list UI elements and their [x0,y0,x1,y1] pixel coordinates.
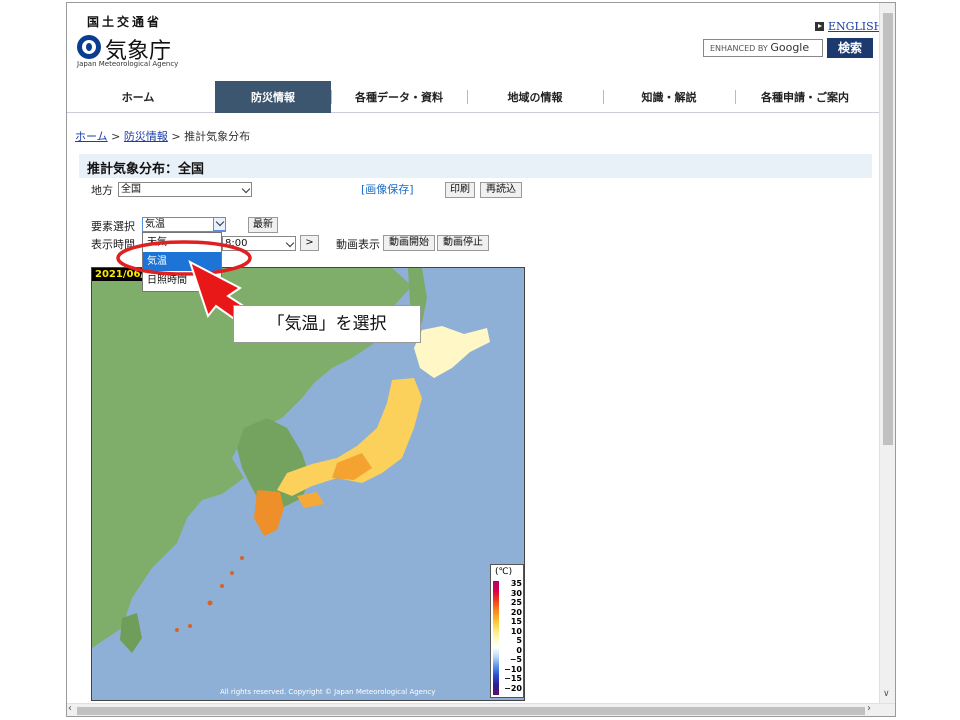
chevron-down-icon [214,217,225,230]
legend-tick-label: −10 [504,664,522,674]
nav-item-regional[interactable]: 地域の情報 [467,81,603,113]
map-copyright: All rights reserved. Copyright © Japan M… [220,688,436,696]
element-select-toggle[interactable] [213,217,226,231]
legend-tick-label: −15 [504,674,522,683]
search-placeholder-brand: Google [770,41,810,54]
legend-tick-label: 35 [510,579,522,588]
chevron-down-icon [241,184,251,194]
print-button[interactable]: 印刷 [445,182,475,198]
chevron-down-icon [285,238,295,248]
ministry-name: 国土交通省 [87,15,163,29]
dropdown-option-weather[interactable]: 天気 [143,233,221,252]
display-time-label: 表示時間 [91,238,135,251]
island [230,571,234,575]
breadcrumb: ホーム > 防災情報 > 推計気象分布 [75,128,250,144]
legend-tick-label: 20 [510,607,522,617]
vertical-scrollbar[interactable]: ∨ [879,3,895,703]
nav-label: 知識・解説 [641,91,697,104]
breadcrumb-sep: > [111,130,121,143]
nav-item-applications[interactable]: 各種申請・ご案内 [735,81,875,113]
legend-tick-label: 25 [510,598,522,607]
search-input[interactable]: ENHANCED BY Google [703,39,823,57]
reload-button[interactable]: 再読込 [480,182,522,198]
save-image-link[interactable]: [画像保存] [361,181,414,197]
page-title: 推計気象分布：全国 [87,162,205,177]
next-time-button[interactable]: > [300,235,319,251]
legend-tick-label: 0 [516,645,522,655]
display-time-select[interactable]: 8:00 [222,236,296,251]
annotation-callout: 「気温」を選択 [233,305,421,343]
horizontal-scroll-thumb[interactable] [77,707,865,715]
legend-tick-label: 30 [510,588,522,598]
title-bar: 推計気象分布：全国 [75,154,872,178]
element-select-value: 気温 [145,219,165,230]
breadcrumb-current: 推計気象分布 [184,130,251,143]
breadcrumb-section[interactable]: 防災情報 [124,130,168,143]
element-select-label: 要素選択 [91,220,135,233]
agency-name-english: Japan Meteorological Agency [77,60,179,68]
nav-item-knowledge[interactable]: 知識・解説 [603,81,735,113]
breadcrumb-home[interactable]: ホーム [75,130,108,143]
main-nav: ホーム 防災情報 各種データ・資料 地域の情報 知識・解説 各種申請・ご案内 [67,81,879,113]
dropdown-option-sunshine[interactable]: 日照時間 [143,271,221,290]
search-placeholder-small: ENHANCED BY [710,44,768,53]
vertical-scroll-thumb[interactable] [883,13,893,445]
map-date-stamp: 2021/06/ [92,268,148,281]
display-time-value: 8:00 [225,238,248,249]
latest-button[interactable]: 最新 [248,217,278,233]
legend-tick-label: 10 [510,626,522,636]
island [220,584,224,588]
nav-label: 各種申請・ご案内 [761,91,849,104]
nav-item-home[interactable]: ホーム [67,81,209,113]
animation-stop-button[interactable]: 動画停止 [437,235,489,251]
temperature-legend: (℃) 35 30 25 20 15 10 5 0 −5 −10 −15 −20 [490,564,524,698]
animation-label: 動画表示 [336,238,380,251]
breadcrumb-sep: > [171,130,181,143]
english-link-label[interactable]: ENGLISH [828,20,879,33]
browser-window: 国土交通省 気象庁 Japan Meteorological Agency EN… [66,2,896,717]
nav-label: 地域の情報 [507,91,563,104]
legend-unit: (℃) [495,567,513,577]
region-select-value: 全国 [121,184,141,195]
animation-start-button[interactable]: 動画開始 [383,235,435,251]
nav-label: 各種データ・資料 [355,91,443,104]
legend-tick-label: −20 [504,683,522,693]
search-button[interactable]: 検索 [827,38,873,58]
nav-label: 防災情報 [251,91,295,104]
horizontal-scrollbar[interactable]: ‹ › [67,703,895,716]
island [240,556,244,560]
island [207,600,213,606]
english-link[interactable]: ENGLISH [815,20,879,33]
region-label: 地方 [91,184,113,197]
scroll-left-icon[interactable]: ‹ [68,703,72,714]
scroll-right-icon[interactable]: › [867,703,871,714]
nav-item-data[interactable]: 各種データ・資料 [331,81,467,113]
page-content: 国土交通省 気象庁 Japan Meteorological Agency EN… [67,3,879,703]
nav-item-disaster-info[interactable]: 防災情報 [215,81,331,113]
dropdown-option-temperature[interactable]: 気温 [143,252,221,271]
jma-logo-icon[interactable] [77,35,101,59]
region-select[interactable]: 全国 [118,182,252,197]
legend-tick-label: 5 [516,636,522,645]
nav-label: ホーム [121,91,155,104]
scroll-down-icon[interactable]: ∨ [883,689,890,699]
element-dropdown-list: 天気 気温 日照時間 [142,232,222,292]
legend-tick-label: 15 [510,617,522,626]
legend-ticks: 35 30 25 20 15 10 5 0 −5 −10 −15 −20 [499,579,523,697]
island [175,628,179,632]
island [188,624,192,628]
legend-tick-label: −5 [509,655,522,664]
play-arrow-icon [815,22,824,31]
